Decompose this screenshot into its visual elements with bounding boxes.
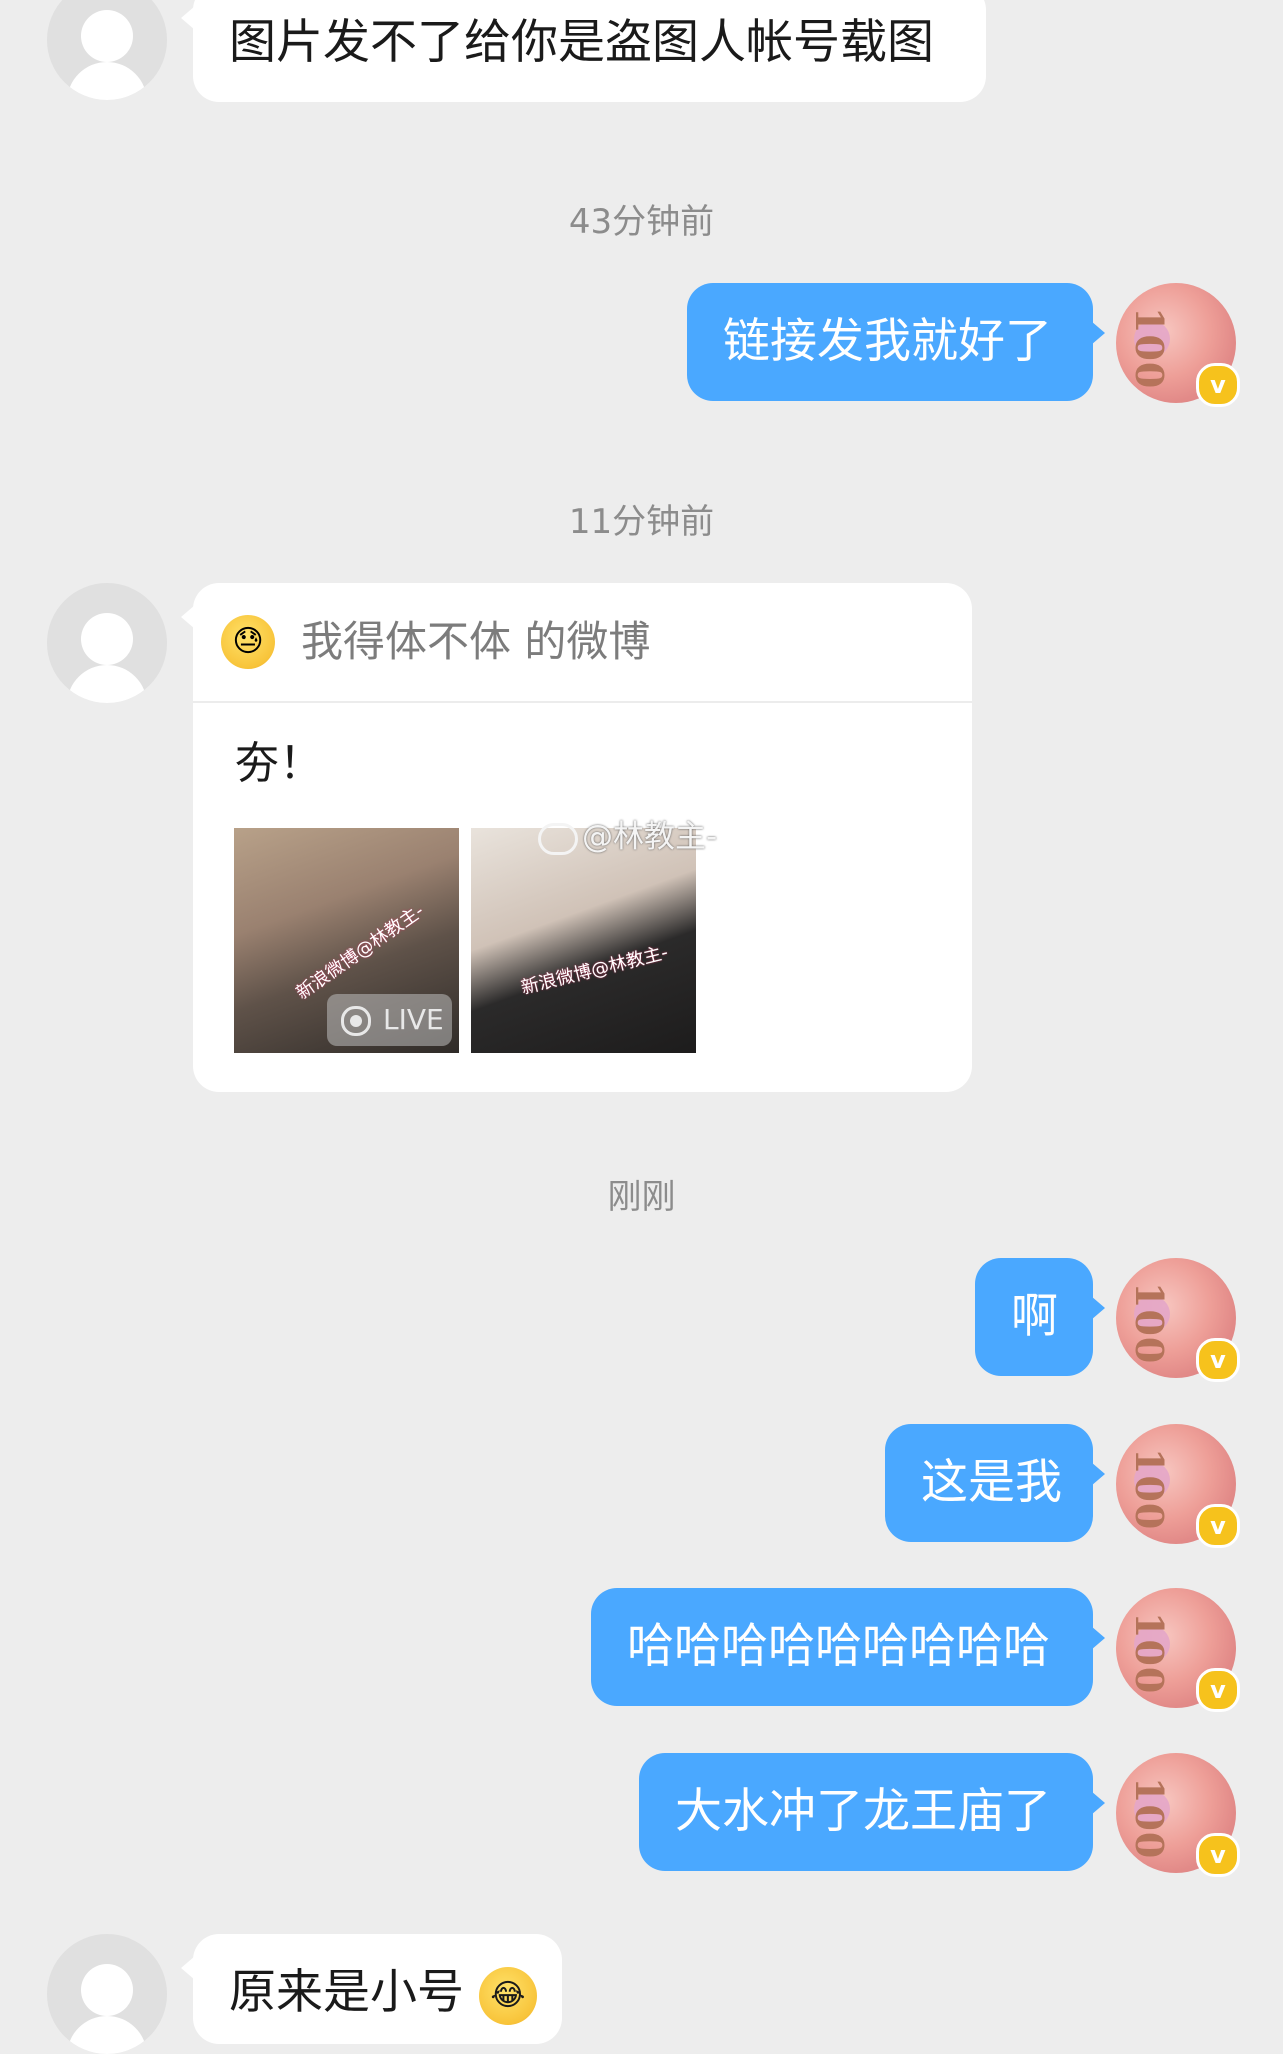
default-avatar-icon [81,1964,133,2016]
contact-avatar[interactable] [47,1934,167,2054]
verified-badge-icon: v [1196,363,1240,407]
message-text: 链接发我就好了 [723,314,1052,369]
card-header: 😓 我得体不体 的微博 [193,583,972,703]
live-photo-icon [341,1006,371,1036]
image-watermark: 新浪微博@林教主- [292,900,428,1004]
message-text: 啊 [1011,1289,1058,1344]
banknote-value: 100 [1127,1612,1172,1695]
message-text: 图片发不了给你是盗图人帐号载图 [229,15,934,70]
message-text: 哈哈哈哈哈哈哈哈哈 [627,1619,1050,1674]
banknote-value: 100 [1127,307,1172,390]
message-bubble-outgoing[interactable]: 大水冲了龙王庙了 [639,1753,1105,1871]
image-watermark: 新浪微博@林教主- [519,942,671,999]
timestamp: 刚刚 [607,1177,676,1217]
banknote-value: 100 [1127,1282,1172,1365]
live-photo-badge: LIVE [327,994,452,1046]
message-bubble-incoming[interactable]: 图片发不了给你是盗图人帐号载图 [181,0,986,102]
banknote-value: 100 [1127,1448,1172,1531]
card-post-text: 夯！ [235,738,323,789]
default-avatar-body [67,2016,147,2054]
message-text: 原来是小号 [229,1965,464,2020]
shared-weibo-card[interactable]: 😓 我得体不体 的微博 夯！ 新浪微博@林教主- LIVE 新浪微博@林教主- … [181,583,972,1092]
default-avatar-icon [81,10,133,62]
card-title: 我得体不体 的微博 [301,617,651,666]
post-image-2[interactable]: 新浪微博@林教主- [471,828,696,1053]
message-text: 大水冲了龙王庙了 [675,1784,1051,1839]
verified-badge-icon: v [1196,1504,1240,1548]
verified-badge-icon: v [1196,1668,1240,1712]
emoji-icon: 😓 [221,615,275,669]
message-bubble-outgoing[interactable]: 啊 [975,1258,1105,1376]
contact-avatar[interactable] [47,0,167,100]
contact-avatar[interactable] [47,583,167,703]
default-avatar-body [67,62,147,100]
verified-badge-icon: v [1196,1338,1240,1382]
verified-badge-icon: v [1196,1833,1240,1877]
timestamp: 11分钟前 [568,502,715,542]
default-avatar-icon [81,613,133,665]
weibo-watermark: @林教主- [538,811,758,856]
message-bubble-outgoing[interactable]: 哈哈哈哈哈哈哈哈哈 [591,1588,1105,1706]
message-bubble-outgoing[interactable]: 链接发我就好了 [687,283,1105,401]
banknote-value: 100 [1127,1777,1172,1860]
laughing-crying-emoji-icon: 😂 [478,1966,537,2025]
weibo-watermark-text: @林教主- [582,819,718,855]
timestamp: 43分钟前 [568,202,715,242]
post-image-1[interactable]: 新浪微博@林教主- LIVE [234,828,459,1053]
live-label: LIVE [383,1003,444,1036]
weibo-logo-icon [538,822,578,855]
message-bubble-incoming[interactable]: 原来是小号 😂 [181,1934,562,2044]
message-text: 这是我 [921,1455,1062,1510]
default-avatar-body [67,665,147,703]
message-bubble-outgoing[interactable]: 这是我 [885,1424,1105,1542]
